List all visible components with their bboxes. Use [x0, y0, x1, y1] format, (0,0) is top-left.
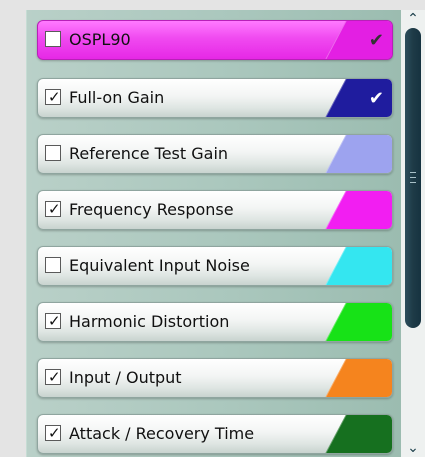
checkmark-icon: ✓	[48, 200, 61, 218]
test-label: OSPL90	[69, 30, 131, 49]
checkmark-icon: ✓	[48, 368, 61, 386]
scroll-down-arrow-icon[interactable]: ⌄	[401, 439, 425, 457]
test-item[interactable]: Equivalent Input Noise	[37, 246, 393, 286]
test-checkbox[interactable]: ✓	[45, 369, 61, 385]
color-swatch[interactable]	[324, 415, 392, 453]
test-label: Equivalent Input Noise	[69, 256, 250, 275]
test-checkbox[interactable]: ✓	[45, 89, 61, 105]
swatch-checkmark-icon: ✔	[368, 88, 384, 109]
test-label: Input / Output	[69, 368, 182, 387]
grip-icon	[410, 171, 416, 185]
scroll-up-arrow-icon[interactable]: ⌃	[401, 10, 425, 28]
test-label: Frequency Response	[69, 200, 234, 219]
test-checkbox[interactable]: ✓	[45, 313, 61, 329]
color-swatch[interactable]	[324, 135, 392, 173]
checkmark-icon: ✓	[48, 88, 61, 106]
test-item[interactable]: ✓ Harmonic Distortion	[37, 302, 393, 342]
test-checkbox[interactable]	[45, 257, 61, 273]
test-label: Full-on Gain	[69, 88, 165, 107]
test-checkbox[interactable]	[45, 31, 61, 47]
test-checkbox[interactable]: ✓	[45, 201, 61, 217]
test-item[interactable]: Reference Test Gain	[37, 134, 393, 174]
test-label: Reference Test Gain	[69, 144, 229, 163]
color-swatch[interactable]	[324, 359, 392, 397]
color-swatch[interactable]	[324, 303, 392, 341]
color-swatch[interactable]	[324, 191, 392, 229]
test-item[interactable]: OSPL90 ✔	[37, 20, 393, 60]
swatch-checkmark-icon: ✔	[368, 30, 384, 51]
color-swatch[interactable]	[324, 247, 392, 285]
test-label: Harmonic Distortion	[69, 312, 230, 331]
test-item[interactable]: ✓ Frequency Response	[37, 190, 393, 230]
test-list-panel: OSPL90 ✔ ✓ Full-on Gain ✔ Reference Test Gain…	[26, 10, 402, 457]
test-label: Attack / Recovery Time	[69, 424, 255, 443]
test-checkbox[interactable]: ✓	[45, 425, 61, 441]
vertical-scrollbar[interactable]: ⌃ ⌄	[401, 10, 425, 457]
test-item[interactable]: ✓ Attack / Recovery Time	[37, 414, 393, 454]
test-item[interactable]: ✓ Full-on Gain ✔	[37, 78, 393, 118]
test-checkbox[interactable]	[45, 145, 61, 161]
test-item[interactable]: ✓ Input / Output	[37, 358, 393, 398]
checkmark-icon: ✓	[48, 312, 61, 330]
checkmark-icon: ✓	[48, 424, 61, 442]
scroll-thumb[interactable]	[405, 28, 421, 328]
